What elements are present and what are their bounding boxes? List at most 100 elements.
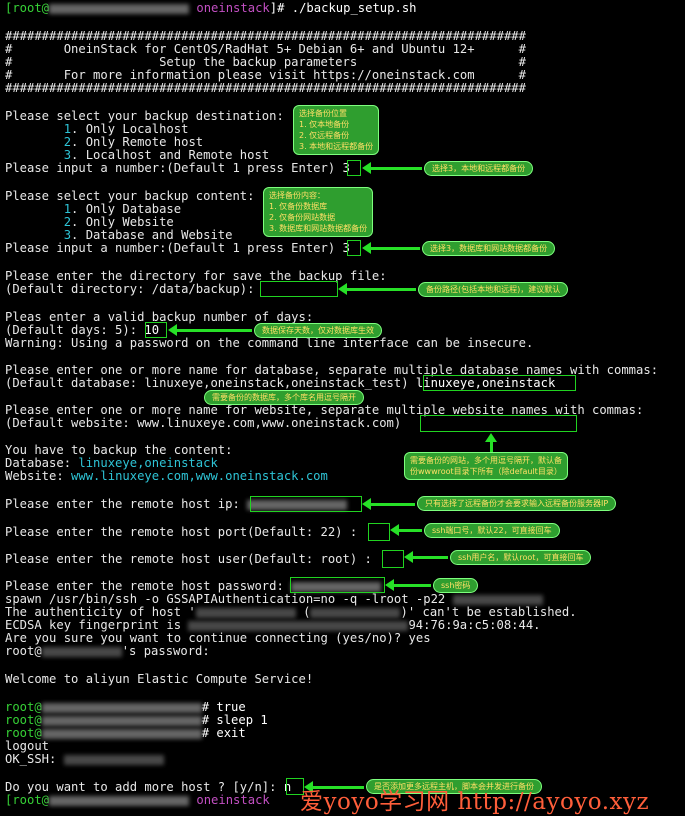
ssh-confirm-line: Are you sure you want to continue connec… bbox=[5, 631, 431, 645]
summary-label: Website: bbox=[5, 469, 72, 483]
annotation-content: 选择备份内容： 1. 仅备份数据库 2. 仅备份网站数据 3. 数据库和网站数据… bbox=[263, 187, 374, 237]
destination-input-line: Please input a number:(Default 1 press E… bbox=[5, 162, 350, 175]
ssh-auth-text: The authenticity of host ' bbox=[5, 605, 196, 619]
prompt-dir: oneinstack bbox=[196, 793, 270, 807]
welcome-line: Welcome to aliyun Elastic Compute Servic… bbox=[5, 672, 314, 686]
annotation-port: ssh端口号，默认22，可直接回车 bbox=[424, 523, 560, 538]
arrow-left-icon bbox=[362, 242, 420, 254]
remote-port-line: Please enter the remote host port(Defaul… bbox=[5, 525, 358, 539]
ssh-fp-text: 94:76:9a:c5:08:44. bbox=[408, 618, 541, 632]
ok-ssh-text: OK_SSH: bbox=[5, 752, 64, 766]
option-text: . Only Website bbox=[71, 215, 174, 229]
website-default: (Default website: www.linuxeye.com,www.o… bbox=[5, 416, 402, 430]
input-prompt: Please enter the remote host ip: bbox=[5, 497, 248, 511]
arrow-left-icon bbox=[362, 162, 422, 174]
input-prompt: Please enter the remote host password: bbox=[5, 579, 292, 593]
highlight-box bbox=[145, 322, 167, 338]
annotation-destination: 选择备份位置 1. 仅本地备份 2. 仅远程备份 3. 本地和远程都备份 bbox=[293, 105, 380, 155]
highlight-box bbox=[250, 496, 362, 512]
ok-ssh-line: OK_SSH: bbox=[5, 753, 164, 766]
ssh-password-line: root@ 's password: bbox=[5, 645, 210, 658]
session-cmd: # sleep 1 bbox=[201, 713, 268, 727]
option-number: 3 bbox=[63, 148, 72, 162]
arrow-left-icon bbox=[385, 579, 431, 591]
option-number: 2 bbox=[63, 135, 72, 149]
redacted-hostname bbox=[49, 3, 190, 14]
annotation-days: 数据保存天数，仅对数据库生效 bbox=[254, 323, 382, 338]
option-number: 1 bbox=[63, 122, 72, 136]
ssh-spawn-text: spawn /usr/bin/ssh -o GSSAPIAuthenticati… bbox=[5, 592, 446, 606]
option-text: . Only Remote host bbox=[71, 135, 204, 149]
annotation-website: 需要备份的网站，多个用逗号隔开，默认备 份wwwroot目录下所有（除defau… bbox=[404, 452, 568, 480]
option-number: 3 bbox=[63, 228, 72, 242]
option-text: . Only Database bbox=[71, 202, 182, 216]
session-user: root@ bbox=[5, 726, 42, 740]
session-cmd: # exit bbox=[201, 726, 246, 740]
redacted-hostname bbox=[41, 715, 202, 726]
arrow-left-icon bbox=[390, 524, 422, 536]
option-text: . Only Localhost bbox=[71, 122, 189, 136]
redacted-ip bbox=[41, 646, 122, 657]
annotation-directory: 备份路径(包括本地和远程)，建议默认 bbox=[418, 282, 569, 297]
session-cmd: # true bbox=[201, 700, 246, 714]
highlight-box bbox=[347, 160, 361, 176]
banner-rule: ########################################… bbox=[5, 81, 526, 95]
redacted-hostname bbox=[41, 728, 202, 739]
prompt-line: [root@ oneinstack]# ./backup_setup.sh bbox=[5, 2, 417, 15]
redacted-hostname bbox=[49, 795, 190, 806]
highlight-box bbox=[290, 577, 385, 593]
final-question: Do you want to add more host ? [y/n]: bbox=[5, 780, 284, 794]
warning-line: Warning: Using a password on the command… bbox=[5, 336, 534, 350]
input-prompt: Please input a number:(Default 1 press E… bbox=[5, 241, 343, 255]
directory-default: (Default directory: /data/backup): bbox=[5, 282, 255, 296]
option-text: . Localhost and Remote host bbox=[71, 148, 270, 162]
arrow-left-icon bbox=[338, 283, 416, 295]
prompt-user: [root@ bbox=[5, 793, 50, 807]
option-number: 2 bbox=[63, 215, 72, 229]
highlight-box bbox=[347, 240, 361, 256]
annotation-password: ssh密码 bbox=[433, 578, 479, 593]
prompt-user: [root@ bbox=[5, 1, 50, 15]
arrow-left-icon bbox=[168, 324, 252, 336]
arrow-left-icon bbox=[404, 551, 448, 563]
input-prompt: Please input a number:(Default 1 press E… bbox=[5, 161, 343, 175]
redacted-ip bbox=[63, 754, 164, 765]
redacted-hostname bbox=[41, 702, 202, 713]
highlight-box bbox=[420, 415, 577, 432]
remote-user-line: Please enter the remote host user(Defaul… bbox=[5, 552, 372, 566]
annotation-remote-ip: 只有选择了远程备份才会要求输入远程备份服务器IP bbox=[417, 496, 617, 511]
watermark: 爱yoyo学习网 http://ayoyo.xyz bbox=[300, 789, 650, 815]
session-user: root@ bbox=[5, 700, 42, 714]
redacted-fingerprint bbox=[188, 620, 409, 631]
highlight-box bbox=[382, 550, 404, 568]
content-input-line: Please input a number:(Default 1 press E… bbox=[5, 242, 350, 255]
prompt-line: [root@ oneinstack bbox=[5, 794, 270, 807]
summary-web-value: www.linuxeye.com,www.oneinstack.com bbox=[71, 469, 328, 483]
annotation-destination-choice: 选择3，本地和远程都备份 bbox=[424, 161, 534, 176]
prompt-dir: oneinstack bbox=[196, 1, 270, 15]
highlight-box bbox=[423, 375, 576, 391]
highlight-box bbox=[368, 523, 390, 541]
ssh-fp-text: ECDSA key fingerprint is bbox=[5, 618, 189, 632]
ssh-pw-text: 's password: bbox=[121, 644, 210, 658]
highlight-box bbox=[260, 281, 338, 297]
annotation-user: ssh用户名，默认root，可直接回车 bbox=[450, 550, 592, 565]
prompt-command: ]# ./backup_setup.sh bbox=[269, 1, 417, 15]
redacted-ip bbox=[310, 607, 401, 618]
input-prompt: (Default database: linuxeye,oneinstack,o… bbox=[5, 376, 416, 390]
summary-label: Database: bbox=[5, 456, 79, 470]
annotation-database: 需要备份的数据库，多个库名用逗号隔开 bbox=[204, 390, 364, 405]
option-number: 1 bbox=[63, 202, 72, 216]
summary-website: Website: www.linuxeye.com,www.oneinstack… bbox=[5, 470, 328, 483]
input-prompt: (Default days: 5): bbox=[5, 323, 145, 337]
ssh-auth-text: ' can't be established. bbox=[407, 605, 577, 619]
arrow-up-icon bbox=[485, 433, 497, 452]
option-text: . Database and Website bbox=[71, 228, 233, 242]
redacted-ip bbox=[195, 607, 296, 618]
session-user: root@ bbox=[5, 713, 42, 727]
annotation-content-choice: 选择3，数据库和网站数据都备份 bbox=[422, 241, 556, 256]
ssh-pw-user: root@ bbox=[5, 644, 42, 658]
redacted-ip bbox=[452, 594, 543, 605]
arrow-left-icon bbox=[362, 498, 415, 510]
summary-db-value: linuxeye,oneinstack bbox=[78, 456, 218, 470]
